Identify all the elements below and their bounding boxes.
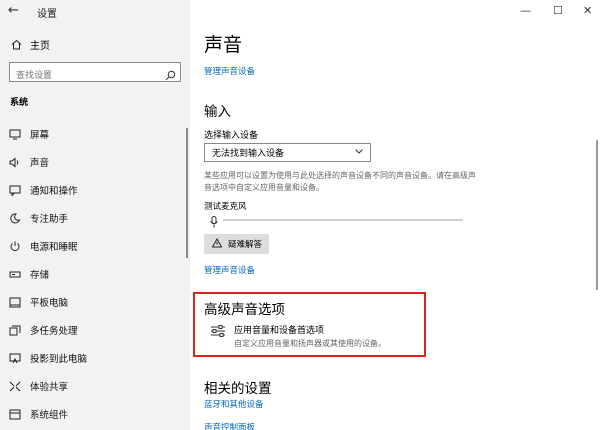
sidebar-item-focus-assist[interactable]: 专注助手 [0, 204, 190, 232]
monitor-icon [9, 128, 21, 140]
search-box[interactable] [9, 62, 181, 85]
tablet-icon [9, 296, 21, 308]
sliders-icon [210, 323, 226, 349]
input-device-dropdown[interactable]: 无法找到输入设备 [204, 143, 371, 162]
project-icon [9, 352, 21, 364]
sidebar-item-storage[interactable]: 存储 [0, 260, 190, 288]
sidebar-item-label: 存储 [30, 270, 50, 281]
sound-control-panel-link[interactable]: 声音控制面板 [204, 421, 255, 430]
sidebar-item-notifications[interactable]: 通知和操作 [0, 176, 190, 204]
sidebar-item-label: 通知和操作 [30, 186, 78, 197]
microphone-icon [210, 213, 218, 232]
main-content: 声音 管理声音设备 输入 选择输入设备 无法找到输入设备 某些应用可以设置为使用… [190, 0, 600, 430]
sidebar-item-label: 屏幕 [30, 130, 50, 141]
test-microphone-label: 测试麦克风 [204, 202, 247, 212]
title-bar: ← 设置 [0, 0, 190, 22]
sidebar-nav: 屏幕 声音 通知和操作 专注助手 电源和睡眠 存储 平板电脑 多任务处理 投影到… [0, 120, 190, 428]
sidebar-item-label: 体验共享 [30, 382, 69, 393]
moon-icon [9, 212, 21, 224]
sidebar-scrollbar[interactable] [186, 128, 188, 258]
sidebar-item-tablet[interactable]: 平板电脑 [0, 288, 190, 316]
sidebar-item-project[interactable]: 投影到此电脑 [0, 344, 190, 372]
sidebar-item-power-sleep[interactable]: 电源和睡眠 [0, 232, 190, 260]
sidebar-item-display[interactable]: 屏幕 [0, 120, 190, 148]
sidebar-item-label: 声音 [30, 158, 50, 169]
warning-icon [211, 237, 223, 251]
sidebar-item-multitasking[interactable]: 多任务处理 [0, 316, 190, 344]
sidebar-item-label: 电源和睡眠 [30, 242, 78, 253]
sidebar-item-label: 平板电脑 [30, 298, 69, 309]
main-scrollbar[interactable] [596, 140, 598, 290]
sidebar: ← 设置 主页 系统 屏幕 声音 通知和操作 专注助手 [0, 0, 190, 430]
multitask-icon [9, 324, 21, 336]
components-icon [9, 408, 21, 420]
chevron-down-icon [354, 146, 364, 159]
related-settings-heading: 相关的设置 [204, 381, 272, 397]
bluetooth-devices-link[interactable]: 蓝牙和其他设备 [204, 398, 264, 410]
search-input[interactable] [10, 67, 150, 85]
sidebar-item-system-components[interactable]: 系统组件 [0, 400, 190, 428]
manage-sound-devices-input-link[interactable]: 管理声音设备 [204, 264, 255, 276]
sidebar-item-label: 投影到此电脑 [30, 354, 88, 365]
power-icon [9, 240, 21, 252]
home-label: 主页 [30, 40, 50, 52]
back-arrow-icon[interactable]: ← [8, 3, 19, 18]
sidebar-item-sound[interactable]: 声音 [0, 148, 190, 176]
home-nav-item[interactable]: 主页 [10, 37, 50, 52]
sidebar-item-label: 多任务处理 [30, 326, 78, 337]
notification-icon [9, 184, 21, 196]
app-title: 设置 [37, 9, 57, 20]
app-volume-subtitle: 自定义应用音量和扬声器或其使用的设备。 [234, 339, 386, 348]
input-device-value: 无法找到输入设备 [212, 149, 285, 159]
sidebar-item-shared-experiences[interactable]: 体验共享 [0, 372, 190, 400]
speaker-icon [9, 156, 21, 168]
advanced-sound-options-heading: 高级声音选项 [204, 302, 285, 318]
search-icon[interactable] [165, 66, 176, 85]
app-volume-title: 应用音量和设备首选项 [234, 326, 325, 336]
section-header: 系统 [10, 98, 29, 108]
app-volume-preferences-item[interactable]: 应用音量和设备首选项 自定义应用音量和扬声器或其使用的设备。 [210, 323, 386, 349]
choose-input-label: 选择输入设备 [204, 131, 259, 141]
page-title: 声音 [204, 34, 243, 56]
storage-icon [9, 268, 21, 280]
sidebar-item-label: 专注助手 [30, 214, 69, 225]
manage-sound-devices-link[interactable]: 管理声音设备 [204, 65, 255, 77]
sidebar-item-label: 系统组件 [30, 410, 69, 421]
mic-level-meter [223, 219, 463, 221]
input-description: 某些应用可以设置为使用与此处选择的声音设备不同的声音设备。请在高级声音选项中自定… [204, 171, 476, 192]
troubleshoot-button[interactable]: 疑难解答 [204, 234, 269, 254]
input-heading: 输入 [204, 104, 231, 120]
troubleshoot-label: 疑难解答 [228, 240, 263, 250]
home-icon [10, 39, 22, 50]
share-icon [9, 380, 21, 392]
